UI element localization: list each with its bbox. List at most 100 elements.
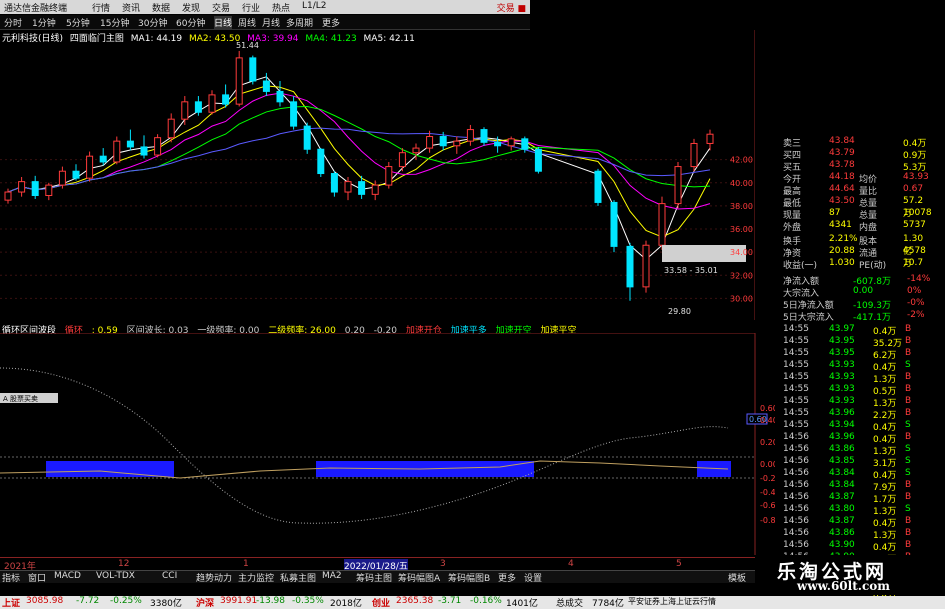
app-title: 通达信金融终端: [4, 4, 68, 14]
price-tick-label: 34.00: [730, 248, 753, 257]
menu-news[interactable]: 资讯: [122, 1, 140, 14]
tick-price: 43.85: [829, 456, 855, 466]
stat-value: 44.64: [829, 184, 855, 194]
bottom-tab[interactable]: MACD: [54, 571, 81, 581]
bottom-tab[interactable]: 更多: [498, 571, 516, 584]
stat-value: 1.030: [829, 258, 855, 268]
sh-percent: -0.25%: [110, 596, 142, 606]
quote-row: 买四 43.79 0.9万: [755, 148, 930, 161]
tick-price: 43.80: [829, 504, 855, 514]
candle-body: [626, 245, 634, 288]
menu-hot[interactable]: 热点: [272, 1, 290, 14]
bottom-tab[interactable]: CCI: [162, 571, 177, 581]
candle-body: [99, 155, 107, 163]
candle-body: [426, 136, 434, 149]
menu-industry[interactable]: 行业: [242, 1, 260, 14]
flow-percent: -2%: [907, 310, 925, 320]
quote-row: 最高 44.64 量比 0.67: [755, 184, 930, 197]
period-daily[interactable]: 日线: [214, 16, 233, 29]
stat-value: 87: [829, 208, 841, 218]
candle-body: [674, 166, 682, 205]
indicator-chart[interactable]: A 股票买卖 0.60 0.600.400.200.00-0.20-0.40-0…: [0, 333, 775, 555]
quote-row: 14:55 43.96 2.2万 B: [755, 408, 930, 421]
period-intraday[interactable]: 分时: [4, 16, 22, 29]
quote-row: 14:56 43.86 1.3万 S: [755, 444, 930, 457]
candle-body: [140, 146, 148, 156]
bottom-tab[interactable]: 筹码幅图A: [398, 571, 440, 584]
candle-body: [72, 170, 80, 179]
period-more[interactable]: 更多: [322, 16, 340, 29]
quote-row: 14:55 43.93 0.5万 B: [755, 384, 930, 397]
sh-index: 3085.98: [26, 596, 64, 606]
quote-row: 14:55 43.93 1.3万 B: [755, 372, 930, 385]
menu-trade[interactable]: 交易: [212, 1, 230, 14]
tick-side: B: [905, 528, 912, 538]
tick-price: 43.86: [829, 528, 855, 538]
candle-body: [642, 244, 650, 288]
menu-data[interactable]: 数据: [152, 1, 170, 14]
tick-price: 43.93: [829, 384, 855, 394]
period-monthly[interactable]: 月线: [262, 16, 280, 29]
stat-label: 收益(一): [783, 261, 818, 271]
bottom-tab[interactable]: 指标: [2, 571, 20, 584]
bottom-tab[interactable]: 设置: [524, 571, 542, 584]
watermark-url: www.60lt.com: [797, 579, 890, 593]
tick-time: 14:56: [783, 468, 809, 478]
bottom-tab[interactable]: 趋势动力: [196, 571, 232, 584]
bottom-tab[interactable]: 筹码主图: [356, 571, 392, 584]
stock-name[interactable]: 元利科技(日线): [2, 34, 63, 44]
tick-side: B: [905, 432, 912, 442]
sz-label[interactable]: 沪深: [196, 596, 214, 609]
tick-side: B: [905, 396, 912, 406]
bottom-tab[interactable]: 筹码幅图B: [448, 571, 490, 584]
candle-body: [706, 133, 714, 144]
price-chart[interactable]: 51.44 33.58 - 35.01 29.80 42.0040.0038.0…: [0, 30, 755, 320]
candle-body: [658, 203, 666, 246]
sh-label[interactable]: 上证: [2, 596, 20, 609]
period-60min[interactable]: 60分钟: [176, 16, 205, 29]
period-weekly[interactable]: 周线: [238, 16, 256, 29]
price-tick-label: 42.00: [730, 156, 753, 165]
bottom-tab[interactable]: VOL-TDX: [96, 571, 135, 581]
bottom-tab[interactable]: MA2: [322, 571, 342, 581]
tick-side: S: [905, 420, 911, 430]
quote-row: 14:55 43.93 0.4万 S: [755, 360, 930, 373]
watermark: 乐淘公式网 www.60lt.com: [755, 555, 945, 595]
candle-body: [371, 184, 379, 195]
period-multi[interactable]: 多周期: [286, 16, 313, 29]
cy-change: -3.71: [438, 596, 462, 606]
period-15min[interactable]: 15分钟: [100, 16, 129, 29]
candle-body: [235, 57, 243, 105]
ma4-label: MA4: 41.23: [305, 34, 357, 44]
candle-body: [398, 152, 406, 168]
menu-l1l2[interactable]: L1/L2: [302, 1, 327, 11]
period-5min[interactable]: 5分钟: [66, 16, 90, 29]
sh-amount: 3380亿: [150, 599, 182, 609]
tick-time: 14:56: [783, 504, 809, 514]
menu-discover[interactable]: 发现: [182, 1, 200, 14]
ma-line: [7, 76, 711, 261]
bottom-tab[interactable]: 窗口: [28, 571, 46, 584]
tick-time: 14:56: [783, 528, 809, 538]
tick-side: B: [905, 348, 912, 358]
tick-side: S: [905, 456, 911, 466]
quote-row: 换手 2.21% 股本 1.30亿: [755, 234, 930, 257]
candle-body: [412, 147, 420, 154]
period-1min[interactable]: 1分钟: [32, 16, 56, 29]
cy-label[interactable]: 创业: [372, 596, 390, 609]
stat-value: 5737: [903, 220, 926, 230]
quote-row: 14:56 43.87 1.7万 B: [755, 492, 930, 505]
period-30min[interactable]: 30分钟: [138, 16, 167, 29]
tick-side: B: [905, 540, 912, 550]
template-button[interactable]: 模板: [728, 571, 746, 584]
quote-row: 14:55 43.95 6.2万 B: [755, 348, 930, 361]
tick-price: 43.87: [829, 516, 855, 526]
quote-panel: 卖三 43.84 0.4万 买四 43.79 0.9万 买五 43.78 5.3万 今开 44.1…: [755, 30, 945, 601]
bottom-tab[interactable]: 私募主图: [280, 571, 316, 584]
bottom-tab[interactable]: 主力监控: [238, 571, 274, 584]
quote-row: 卖三 43.84 0.4万: [755, 136, 930, 149]
candle-body: [45, 184, 53, 197]
trade-button[interactable]: 交易 ■: [497, 1, 526, 14]
menu-market[interactable]: 行情: [92, 1, 110, 14]
candle-body: [126, 140, 134, 148]
